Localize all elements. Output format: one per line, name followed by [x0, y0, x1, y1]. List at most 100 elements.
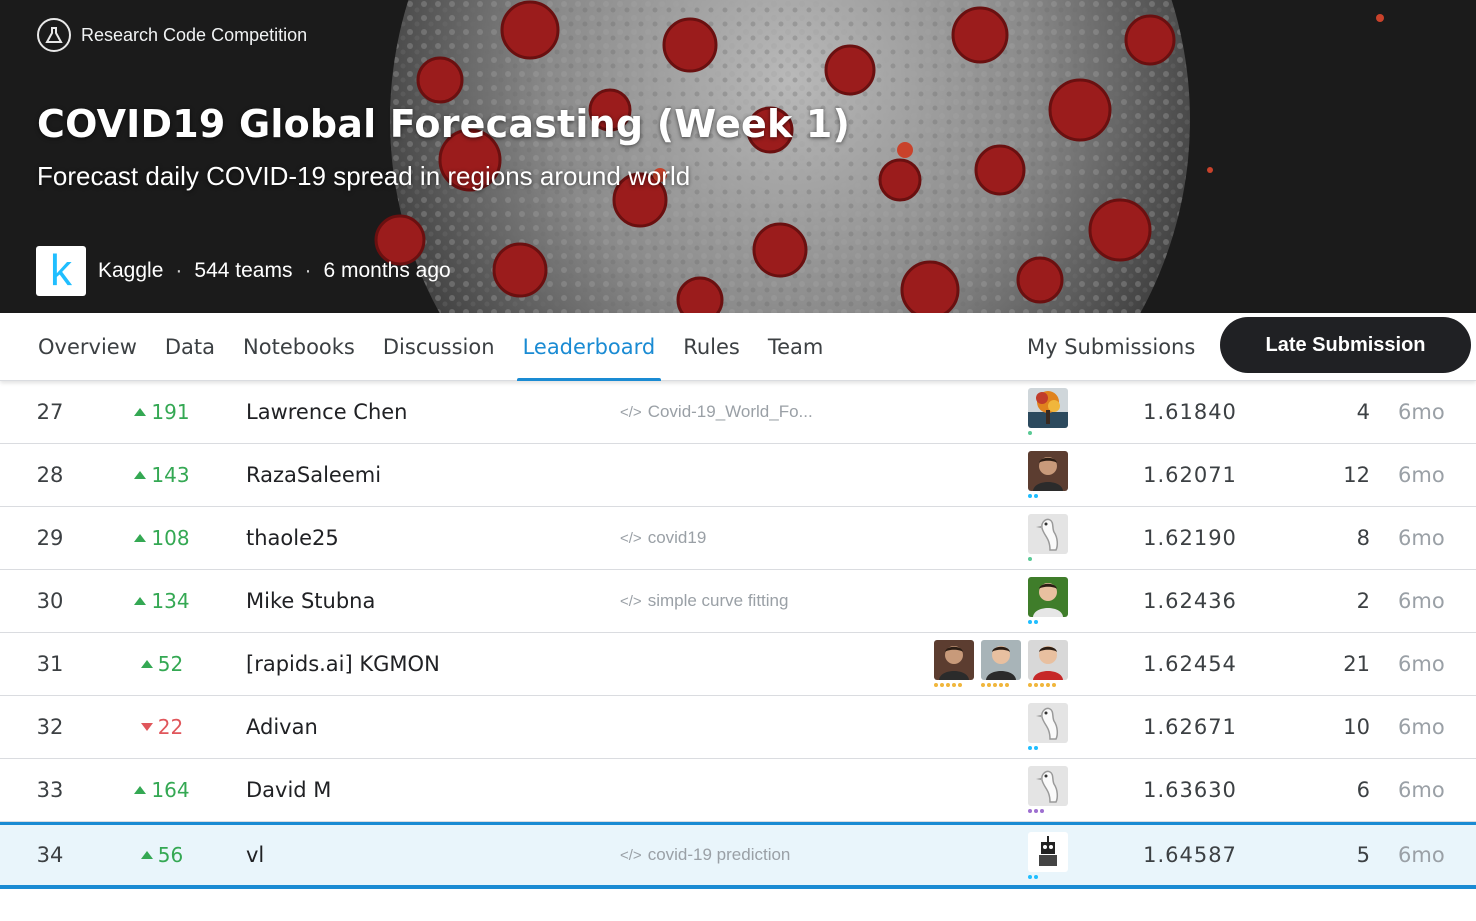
tier-dot	[1046, 683, 1050, 687]
my-submissions-link[interactable]: My Submissions	[1027, 313, 1195, 381]
entries-count: 10	[1343, 715, 1370, 739]
tier-dot	[1028, 620, 1032, 624]
team-name[interactable]: David M	[246, 759, 331, 821]
avatar[interactable]	[1028, 766, 1068, 806]
avatar[interactable]	[1028, 577, 1068, 617]
team-name[interactable]: Adivan	[246, 696, 318, 758]
table-row: 27 191 Lawrence Chen </> Covid-19_World_Fo..…	[0, 381, 1476, 444]
score: 1.64587	[1143, 843, 1237, 867]
avatar[interactable]	[981, 640, 1021, 680]
tier-dot	[934, 683, 938, 687]
tab-leaderboard[interactable]: Leaderboard	[509, 313, 670, 381]
tier-dot	[1034, 746, 1038, 750]
team-notebook-link[interactable]: </> simple curve fitting	[620, 570, 788, 632]
team-name[interactable]: Mike Stubna	[246, 570, 375, 632]
competition-title: COVID19 Global Forecasting (Week 1)	[37, 102, 851, 146]
team-member[interactable]	[1028, 388, 1068, 436]
tier-dot	[1034, 809, 1038, 813]
code-icon: </>	[620, 592, 642, 610]
team-member[interactable]	[1028, 766, 1068, 814]
triangle-down-icon	[140, 723, 153, 731]
notebook-title: simple curve fitting	[647, 591, 789, 610]
tier-dot	[940, 683, 944, 687]
last-submission: 6mo	[1398, 652, 1445, 676]
avatar[interactable]	[1028, 640, 1068, 680]
entries-count: 21	[1343, 652, 1370, 676]
team-name[interactable]: thaole25	[246, 507, 339, 569]
team-name[interactable]: vl	[246, 825, 264, 885]
team-members	[1028, 703, 1068, 751]
team-member[interactable]	[1028, 640, 1068, 688]
team-member[interactable]	[1028, 451, 1068, 499]
notebook-title: Covid-19_World_Fo...	[647, 402, 813, 421]
score: 1.62071	[1143, 463, 1237, 487]
team-member[interactable]	[1028, 832, 1068, 880]
tier-indicator	[934, 683, 962, 688]
triangle-up-icon	[134, 597, 147, 605]
rank-change-value: 56	[157, 843, 184, 867]
team-member[interactable]	[934, 640, 974, 688]
triangle-up-icon	[134, 786, 147, 794]
triangle-up-icon	[134, 408, 147, 416]
table-row-own-team: 34 56 vl </> covid-19 prediction 1.64587 5 6mo	[0, 822, 1476, 889]
tier-dot	[1028, 746, 1032, 750]
entries-count: 6	[1356, 778, 1370, 802]
kaggle-logo[interactable]: k	[36, 246, 86, 296]
team-member[interactable]	[1028, 703, 1068, 751]
tier-indicator	[1028, 557, 1032, 562]
team-member[interactable]	[1028, 577, 1068, 625]
team-name[interactable]: RazaSaleemi	[246, 444, 381, 506]
team-name[interactable]: Lawrence Chen	[246, 381, 408, 443]
avatar[interactable]	[1028, 832, 1068, 872]
tab-overview[interactable]: Overview	[24, 313, 151, 381]
tier-dot	[1028, 809, 1032, 813]
rank-change: 22	[112, 696, 212, 758]
late-submission-button[interactable]: Late Submission	[1220, 317, 1471, 373]
triangle-up-icon	[140, 851, 153, 859]
table-row: 32 22 Adivan 1.62671 10 6mo	[0, 696, 1476, 759]
entries-count: 4	[1356, 400, 1370, 424]
tab-rules[interactable]: Rules	[669, 313, 754, 381]
rank-change: 56	[112, 825, 212, 885]
tab-team[interactable]: Team	[754, 313, 838, 381]
tier-dot	[987, 683, 991, 687]
rank: 28	[36, 463, 64, 487]
team-members	[1028, 766, 1068, 814]
tier-dot	[1052, 683, 1056, 687]
avatar[interactable]	[1028, 388, 1068, 428]
avatar[interactable]	[1028, 514, 1068, 554]
competition-age: 6 months ago	[323, 259, 451, 282]
last-submission: 6mo	[1398, 589, 1445, 613]
tab-discussion[interactable]: Discussion	[369, 313, 509, 381]
tier-dot	[999, 683, 1003, 687]
rank: 31	[36, 652, 64, 676]
last-submission: 6mo	[1398, 400, 1445, 424]
tab-data[interactable]: Data	[151, 313, 229, 381]
tab-notebooks[interactable]: Notebooks	[229, 313, 369, 381]
avatar[interactable]	[934, 640, 974, 680]
tier-dot	[1028, 875, 1032, 879]
rank-change: 52	[112, 633, 212, 695]
triangle-up-icon	[134, 534, 147, 542]
tier-indicator	[1028, 494, 1038, 499]
team-member[interactable]	[1028, 514, 1068, 562]
rank-change-value: 164	[151, 778, 190, 802]
avatar[interactable]	[1028, 703, 1068, 743]
host-name[interactable]: Kaggle	[98, 259, 163, 283]
tier-dot	[1028, 494, 1032, 498]
separator-dot: ·	[175, 259, 183, 282]
team-name[interactable]: [rapids.ai] KGMON	[246, 633, 440, 695]
flask-icon	[37, 18, 71, 52]
team-notebook-link[interactable]: </> Covid-19_World_Fo...	[620, 381, 813, 443]
tier-dot	[1028, 683, 1032, 687]
table-row: 30 134 Mike Stubna </> simple curve fitting 1…	[0, 570, 1476, 633]
team-notebook-link[interactable]: </> covid19	[620, 507, 706, 569]
team-members	[1028, 451, 1068, 499]
tier-dot	[1034, 494, 1038, 498]
rank: 33	[36, 778, 64, 802]
avatar[interactable]	[1028, 451, 1068, 491]
team-notebook-link[interactable]: </> covid-19 prediction	[620, 825, 790, 885]
team-member[interactable]	[981, 640, 1021, 688]
rank-change-value: 191	[151, 400, 190, 424]
tier-indicator	[1028, 683, 1056, 688]
